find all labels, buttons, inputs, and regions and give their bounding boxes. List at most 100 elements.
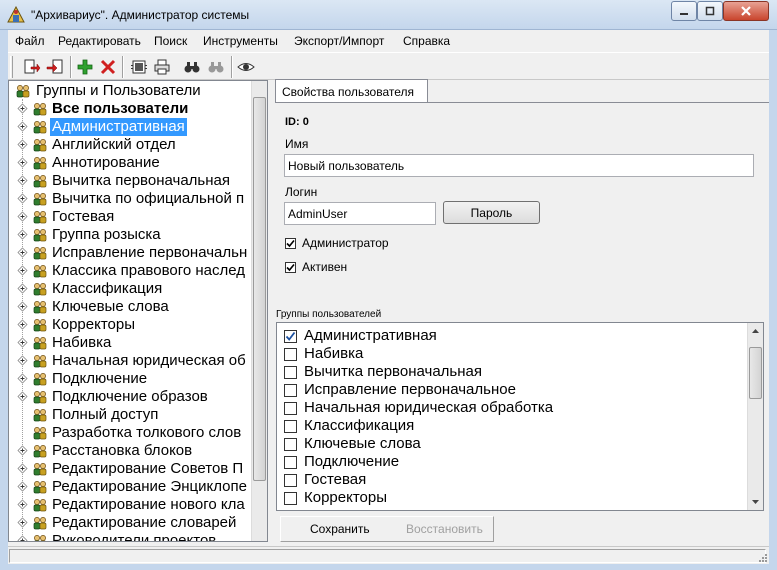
title-bar[interactable]: "Архивариус". Администратор системы (0, 0, 777, 30)
group-checkbox[interactable] (284, 366, 297, 379)
tree-item-label: Аннотирование (52, 154, 160, 171)
expand-icon[interactable] (17, 499, 28, 510)
group-checkbox[interactable] (284, 438, 297, 451)
group-icon (32, 407, 48, 423)
group-icon (32, 461, 48, 477)
menu-export-import[interactable]: Экспорт/Импорт (294, 34, 384, 48)
expand-icon[interactable] (17, 157, 28, 168)
expand-icon[interactable] (17, 373, 28, 384)
scroll-down-arrow[interactable] (748, 494, 763, 510)
expand-icon[interactable] (17, 301, 28, 312)
minimize-button[interactable] (671, 1, 697, 21)
minimize-icon (680, 13, 688, 15)
print-button[interactable] (152, 57, 172, 77)
maximize-button[interactable] (697, 1, 723, 21)
expand-icon[interactable] (17, 319, 28, 330)
expand-icon[interactable] (17, 139, 28, 150)
tree-item-label: Редактирование Советов П (52, 460, 244, 477)
group-icon (32, 389, 48, 405)
expand-icon[interactable] (17, 517, 28, 528)
expand-icon[interactable] (17, 445, 28, 456)
tree-scrollbar-thumb[interactable] (253, 97, 266, 481)
expand-icon[interactable] (17, 229, 28, 240)
window-frame-right (769, 30, 777, 564)
expand-icon[interactable] (17, 121, 28, 132)
tree-item-label: Классика правового наслед (52, 262, 246, 279)
tree-item-label: Все пользователи (52, 100, 189, 117)
groups-scrollbar[interactable] (747, 323, 763, 510)
group-label: Вычитка первоначальная (304, 363, 482, 380)
view-icon (237, 63, 255, 71)
menu-file[interactable]: Файл (15, 34, 45, 48)
expand-icon[interactable] (17, 193, 28, 204)
tree-item-label: Вычитка по официальной п (52, 190, 245, 207)
find-button[interactable] (182, 57, 202, 77)
view-button[interactable] (236, 57, 256, 77)
export-button[interactable] (22, 57, 42, 77)
expand-icon[interactable] (17, 283, 28, 294)
expand-icon[interactable] (17, 247, 28, 258)
admin-label: Администратор (302, 236, 389, 250)
scroll-up-arrow[interactable] (748, 323, 763, 339)
admin-checkbox[interactable] (285, 238, 296, 249)
group-checkbox[interactable] (284, 402, 297, 415)
group-checkbox[interactable] (284, 330, 297, 343)
group-checkbox[interactable] (284, 384, 297, 397)
tree-item-label: Исправление первоначальн (52, 244, 248, 261)
menu-edit[interactable]: Редактировать (58, 34, 141, 48)
group-checkbox[interactable] (284, 420, 297, 433)
group-checkbox[interactable] (284, 474, 297, 487)
expand-icon[interactable] (17, 265, 28, 276)
expand-icon[interactable] (17, 535, 28, 541)
expand-icon[interactable] (17, 463, 28, 474)
groups-tree[interactable]: Группы и Пользователи Все пользователи Адм… (8, 80, 268, 542)
action-bar: Сохранить Восстановить (280, 516, 494, 542)
expand-icon[interactable] (17, 103, 28, 114)
restore-button[interactable]: Восстановить (406, 522, 483, 536)
toolbar-separator (122, 56, 124, 78)
expand-icon[interactable] (17, 391, 28, 402)
print-icon (154, 59, 170, 75)
expand-icon[interactable] (17, 175, 28, 186)
properties-button[interactable] (129, 57, 149, 77)
delete-button[interactable] (98, 57, 118, 77)
group-icon (32, 443, 48, 459)
import-icon (46, 59, 63, 74)
login-field[interactable]: AdminUser (284, 202, 436, 225)
group-label: Исправление первоначальное (304, 381, 516, 398)
groups-scrollbar-thumb[interactable] (749, 347, 762, 399)
group-icon (32, 281, 48, 297)
active-checkbox[interactable] (285, 262, 296, 273)
resize-grip-icon[interactable] (756, 551, 768, 563)
checkmark-icon (286, 239, 295, 248)
user-groups-list[interactable]: Административная Набивка Вычитка первонача… (276, 322, 764, 511)
tree-scrollbar[interactable] (251, 81, 267, 541)
expand-icon[interactable] (17, 337, 28, 348)
group-icon (32, 155, 48, 171)
delete-icon (100, 59, 116, 75)
menu-tools[interactable]: Инструменты (203, 34, 278, 48)
expand-icon[interactable] (17, 211, 28, 222)
group-icon (32, 371, 48, 387)
tab-user-properties[interactable]: Свойства пользователя (275, 79, 428, 103)
group-checkbox[interactable] (284, 492, 297, 505)
expand-icon[interactable] (17, 355, 28, 366)
close-button[interactable] (723, 1, 769, 21)
tree-root-label: Группы и Пользователи (36, 82, 201, 99)
group-checkbox[interactable] (284, 456, 297, 469)
name-field[interactable]: Новый пользователь (284, 154, 754, 177)
password-button[interactable]: Пароль (443, 201, 540, 224)
toolbar-separator (231, 56, 233, 78)
add-button[interactable] (75, 57, 95, 77)
group-checkbox[interactable] (284, 348, 297, 361)
tree-item-label: Английский отдел (52, 136, 176, 153)
save-button[interactable]: Сохранить (310, 522, 370, 536)
expand-icon[interactable] (17, 481, 28, 492)
toolbar-grip[interactable] (10, 56, 13, 78)
import-button[interactable] (45, 57, 65, 77)
menu-help[interactable]: Справка (403, 34, 450, 48)
find-next-button[interactable] (206, 57, 226, 77)
tree-item-label: Вычитка первоначальная (52, 172, 230, 189)
tree-item-label: Административная (50, 118, 187, 136)
menu-search[interactable]: Поиск (154, 34, 187, 48)
